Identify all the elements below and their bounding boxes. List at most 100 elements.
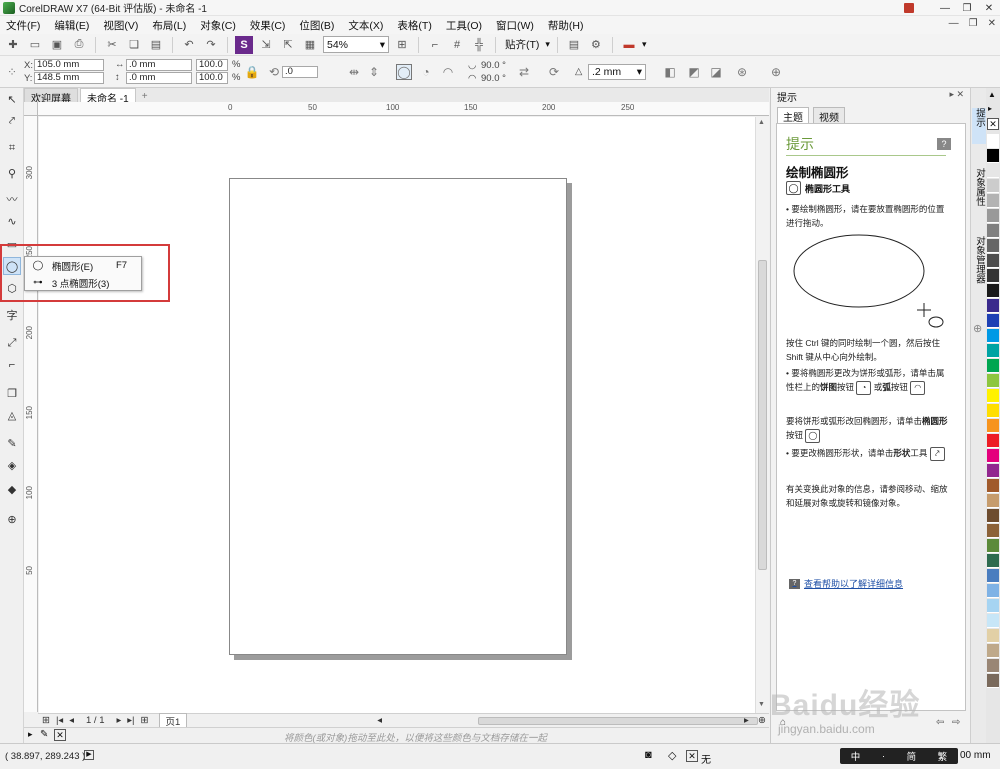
parallel-dimension-icon[interactable]: ⤢ (3, 334, 21, 352)
new-document-icon[interactable]: ✚ (4, 36, 22, 54)
first-page-icon[interactable]: |◂ (56, 715, 63, 726)
color-swatch[interactable] (987, 269, 999, 283)
options-icon[interactable]: ⚙ (587, 36, 605, 54)
publish-pdf-icon[interactable]: ▦ (301, 36, 319, 54)
object-origin-icon[interactable]: ⁘ (4, 64, 20, 80)
lock-ratio-icon[interactable]: 🔒 (244, 64, 260, 80)
color-swatch[interactable] (987, 569, 999, 583)
doc-minimize-button[interactable]: — (949, 18, 959, 29)
interactive-fill-icon[interactable]: ◈ (3, 456, 21, 474)
palette-menu-icon[interactable]: ▸ (28, 729, 33, 740)
color-swatch[interactable] (987, 314, 999, 328)
connector-tool-icon[interactable]: ⌐ (3, 356, 21, 374)
add-docker-icon[interactable]: ⊕ (973, 322, 982, 335)
color-swatch[interactable] (987, 629, 999, 643)
menu-tools[interactable]: 工具(O) (446, 18, 482, 33)
color-swatch[interactable] (987, 494, 999, 508)
copy-icon[interactable]: ❏ (125, 36, 143, 54)
undo-icon[interactable]: ↶ (180, 36, 198, 54)
pie-mode-icon[interactable]: ◔ (418, 64, 434, 80)
artistic-media-icon[interactable]: ∿ (3, 212, 21, 230)
new-tab-plus-icon[interactable]: + (138, 90, 152, 102)
scroll-left-icon[interactable]: ◂ (377, 715, 382, 726)
color-swatch[interactable] (987, 524, 999, 538)
color-swatch[interactable] (987, 374, 999, 388)
tab-welcome-screen[interactable]: 欢迎屏幕 (24, 88, 78, 105)
to-back-icon[interactable]: ◪ (708, 64, 724, 80)
color-swatch[interactable] (987, 599, 999, 613)
add-tool-icon[interactable]: ⊕ (3, 510, 21, 528)
vertical-scrollbar[interactable]: ▲ ▼ (755, 117, 769, 713)
horizontal-scroll-thumb[interactable] (478, 717, 758, 725)
add-page-after-icon[interactable]: ⊞ (141, 715, 149, 726)
color-swatch[interactable] (987, 299, 999, 313)
menu-bitmaps[interactable]: 位图(B) (299, 18, 334, 33)
color-swatch[interactable] (987, 344, 999, 358)
ime-mode[interactable]: 中 (851, 749, 861, 763)
color-swatch[interactable] (987, 584, 999, 598)
side-tab-hints[interactable]: 提示 (972, 108, 986, 144)
color-swatch[interactable] (987, 404, 999, 418)
ime-punct[interactable]: · (882, 751, 885, 762)
zoom-tool-icon[interactable]: ⚲ (3, 164, 21, 182)
restore-button[interactable]: ❐ (956, 0, 978, 16)
add-page-icon[interactable]: ⊞ (42, 715, 50, 726)
menu-text[interactable]: 文本(X) (348, 18, 383, 33)
change-direction-icon[interactable]: ⇄ (516, 64, 532, 80)
color-proof-icon[interactable]: ◙ (645, 749, 652, 761)
show-rulers-icon[interactable]: ⌐ (426, 36, 444, 54)
smart-fill-icon[interactable]: ◆ (3, 480, 21, 498)
show-guidelines-icon[interactable]: ╬ (470, 36, 488, 54)
side-tab-object-properties[interactable]: 对象属性 (972, 168, 986, 228)
horizontal-ruler[interactable]: 0 50 100 150 200 250 (38, 102, 769, 116)
color-swatch[interactable] (987, 209, 999, 223)
chevron-down-icon[interactable]: ▾ (545, 39, 550, 50)
welcome-screen-icon[interactable]: ▤ (565, 36, 583, 54)
docker-close-icon[interactable]: ▸ ✕ (949, 89, 964, 100)
color-swatch[interactable] (987, 239, 999, 253)
menu-layout[interactable]: 布局(L) (152, 18, 186, 33)
flyout-item-three-point-ellipse[interactable]: ⊶ 3 点椭圆形(3) (25, 274, 141, 291)
import-icon[interactable]: ⇲ (257, 36, 275, 54)
mirror-horizontal-icon[interactable]: ⇹ (346, 64, 362, 80)
paste-icon[interactable]: ▤ (147, 36, 165, 54)
tab-topics[interactable]: 主题 (777, 107, 809, 124)
doc-restore-button[interactable]: ❐ (969, 18, 978, 29)
snap-to-dropdown[interactable]: 贴齐(T) (503, 37, 541, 52)
color-swatch[interactable] (987, 554, 999, 568)
color-swatch[interactable] (987, 434, 999, 448)
color-swatch[interactable] (987, 179, 999, 193)
user-icon[interactable] (904, 3, 914, 13)
save-icon[interactable]: ▣ (48, 36, 66, 54)
back-icon[interactable]: ⇦ (936, 717, 944, 728)
color-swatch[interactable] (987, 134, 999, 148)
rotation-field[interactable]: .0 (282, 66, 318, 78)
drop-shadow-icon[interactable]: ❐ (3, 384, 21, 402)
color-swatch[interactable] (987, 149, 999, 163)
color-swatch[interactable] (987, 464, 999, 478)
show-grid-icon[interactable]: # (448, 36, 466, 54)
color-swatch[interactable] (987, 164, 999, 178)
color-swatch[interactable] (987, 614, 999, 628)
menu-edit[interactable]: 编辑(E) (54, 18, 89, 33)
crop-tool-icon[interactable]: ⌗ (3, 139, 21, 157)
color-swatch[interactable] (987, 509, 999, 523)
cut-icon[interactable]: ✂ (103, 36, 121, 54)
ime-traditional[interactable]: 繁 (938, 749, 948, 763)
mirror-vertical-icon[interactable]: ⇕ (366, 64, 382, 80)
scroll-down-icon[interactable]: ▼ (758, 701, 765, 708)
prev-page-icon[interactable]: ◂ (69, 715, 74, 726)
export-icon[interactable]: ⇱ (279, 36, 297, 54)
side-tab-object-manager[interactable]: 对象管理器 (972, 236, 986, 304)
color-swatch[interactable] (987, 194, 999, 208)
pick-tool-icon[interactable]: ↖ (3, 90, 21, 108)
width-field[interactable]: .0 mm (126, 59, 192, 71)
minimize-button[interactable]: — (934, 0, 956, 16)
scale-x-field[interactable]: 100.0 (196, 59, 228, 71)
menu-table[interactable]: 表格(T) (397, 18, 431, 33)
eyedropper-icon[interactable]: ✎ (40, 729, 48, 740)
color-swatch[interactable] (987, 389, 999, 403)
no-color-swatch[interactable]: ✕ (987, 118, 999, 130)
menu-help[interactable]: 帮助(H) (548, 18, 584, 33)
forward-icon[interactable]: ⇨ (952, 717, 960, 728)
